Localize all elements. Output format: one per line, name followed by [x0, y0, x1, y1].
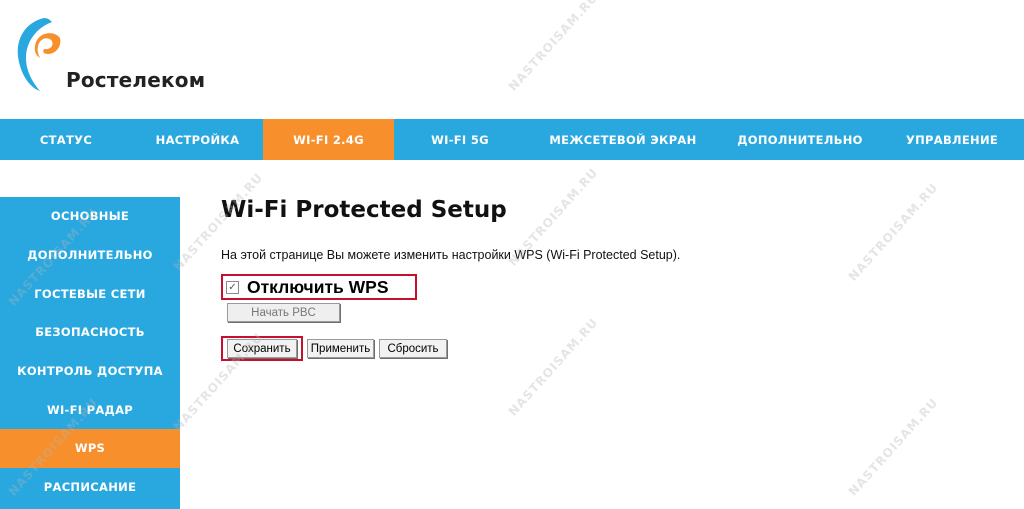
watermark: NASTROISAM.RU: [170, 330, 266, 434]
tab-advanced[interactable]: ДОПОЛНИТЕЛЬНО: [720, 119, 880, 160]
tab-settings[interactable]: НАСТРОЙКА: [132, 119, 263, 160]
disable-wps-label: Отключить WPS: [247, 276, 389, 297]
reset-button[interactable]: Сбросить: [379, 339, 447, 358]
checkmark-icon: ✓: [228, 281, 237, 293]
page-description: На этой странице Вы можете изменить наст…: [221, 248, 681, 262]
watermark: NASTROISAM.RU: [505, 315, 601, 419]
brand-name: Ростелеком: [66, 68, 206, 92]
start-pbc-button[interactable]: Начать PBC: [227, 303, 340, 322]
tab-wifi-24g[interactable]: WI-FI 2.4G: [263, 119, 394, 160]
tab-management[interactable]: УПРАВЛЕНИЕ: [880, 119, 1024, 160]
apply-button[interactable]: Применить: [307, 339, 374, 358]
tab-wifi-5g[interactable]: WI-FI 5G: [394, 119, 526, 160]
rostelecom-logo-icon: [17, 18, 61, 91]
top-navigation: СТАТУС НАСТРОЙКА WI-FI 2.4G WI-FI 5G МЕЖ…: [0, 119, 1024, 160]
sidebar-item-access-control[interactable]: КОНТРОЛЬ ДОСТУПА: [0, 352, 180, 391]
disable-wps-highlight: ✓ Отключить WPS: [221, 274, 417, 300]
tab-status[interactable]: СТАТУС: [0, 119, 132, 160]
sidebar-item-security[interactable]: БЕЗОПАСНОСТЬ: [0, 313, 180, 352]
tab-firewall[interactable]: МЕЖСЕТЕВОЙ ЭКРАН: [526, 119, 720, 160]
watermark: NASTROISAM.RU: [845, 180, 941, 284]
sidebar-item-advanced[interactable]: ДОПОЛНИТЕЛЬНО: [0, 236, 180, 275]
brand-logo[interactable]: Ростелеком: [14, 16, 214, 96]
sidebar: ОСНОВНЫЕ ДОПОЛНИТЕЛЬНО ГОСТЕВЫЕ СЕТИ БЕЗ…: [0, 197, 180, 509]
main-content: Wi-Fi Protected Setup На этой странице В…: [221, 197, 1001, 361]
watermark: NASTROISAM.RU: [845, 395, 941, 499]
sidebar-item-wps[interactable]: WPS: [0, 429, 180, 468]
page-title: Wi-Fi Protected Setup: [221, 197, 507, 223]
watermark: NASTROISAM.RU: [505, 0, 601, 94]
disable-wps-checkbox[interactable]: ✓: [226, 280, 239, 294]
